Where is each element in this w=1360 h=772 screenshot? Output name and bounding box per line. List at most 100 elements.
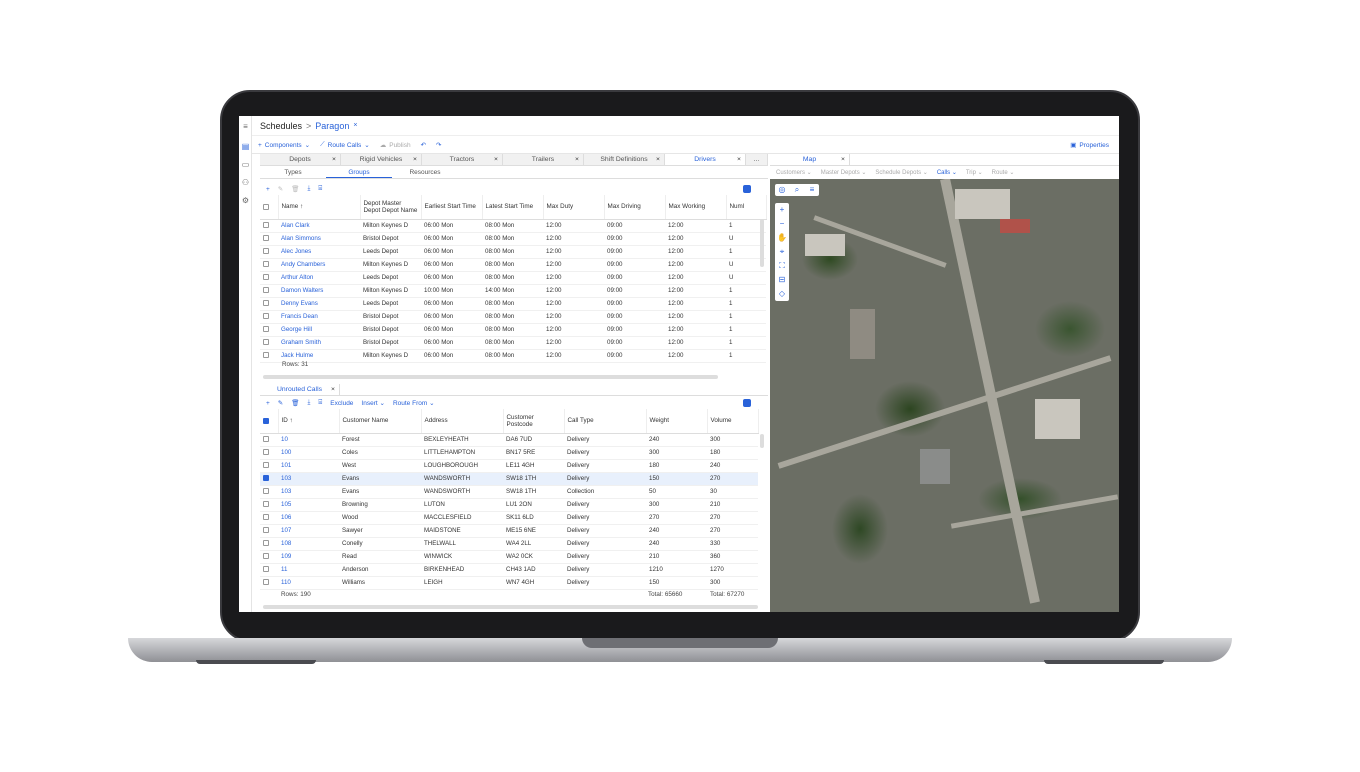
tab-drivers[interactable]: Drivers × (665, 154, 746, 165)
driver-name-link[interactable]: Denny Evans (278, 297, 360, 311)
checkbox[interactable] (263, 566, 269, 573)
search-icon[interactable]: ⌕ (790, 184, 804, 196)
row-checkbox[interactable] (260, 336, 278, 350)
tab-unrouted-calls[interactable]: Unrouted Calls × (260, 384, 340, 395)
row-checkbox[interactable] (260, 550, 278, 564)
table-row[interactable]: Francis Dean Bristol Depot 06:00 Mon 08:00 … (260, 310, 766, 324)
row-checkbox[interactable] (260, 446, 278, 460)
satellite-map[interactable]: ◎ ⌕ ≡ + − ✋ ⌖ ⛶ ⊟ ◇ (770, 179, 1119, 612)
undo-button[interactable]: ↶ (421, 141, 426, 149)
table-row[interactable]: Damon Walters Milton Keynes D 10:00 Mon 14:… (260, 284, 766, 298)
calls-hscroll[interactable] (263, 605, 758, 609)
exclude-button[interactable]: Exclude (330, 400, 353, 407)
column-header[interactable]: Latest Start Time (482, 195, 544, 220)
column-header[interactable]: Max Driving (604, 195, 666, 220)
menu-icon[interactable]: ≡ (241, 122, 250, 131)
checkbox[interactable] (263, 339, 269, 346)
column-header[interactable]: Numl (726, 195, 767, 220)
row-checkbox[interactable] (260, 245, 278, 259)
table-row[interactable]: 101 West LOUGHBOROUGH LE11 4GH Delivery 180 24… (260, 459, 758, 473)
settings-icon[interactable]: ⚙ (241, 196, 250, 205)
map-filter-calls[interactable]: Calls ⌄ (937, 169, 957, 176)
close-icon[interactable]: × (841, 154, 845, 166)
column-header[interactable]: Earliest Start Time (421, 195, 483, 220)
table-row[interactable]: 11 Anderson BIRKENHEAD CH43 1AD Delivery 1210… (260, 563, 758, 577)
map-filter-trip[interactable]: Trip ⌄ (966, 169, 983, 176)
column-header[interactable]: Volume (707, 409, 759, 434)
route-calls-button[interactable]: ⟋ Route Calls ⌄ (320, 141, 370, 149)
column-header[interactable]: Customer Name (339, 409, 422, 434)
column-header[interactable]: Weight (646, 409, 708, 434)
subtab-groups[interactable]: Groups (326, 167, 392, 178)
table-row[interactable]: Graham Smith Bristol Depot 06:00 Mon 08:00 … (260, 336, 766, 350)
delete-icon[interactable]: 🗑 (291, 185, 299, 193)
checkbox[interactable] (263, 553, 269, 560)
column-header[interactable]: Max Working (665, 195, 727, 220)
row-checkbox[interactable] (260, 323, 278, 337)
breadcrumb-current[interactable]: Paragon (315, 121, 349, 131)
table-row[interactable]: 103 Evans WANDSWORTH SW18 1TH Delivery 150 270 (260, 472, 758, 486)
checkbox[interactable] (263, 436, 269, 443)
column-header[interactable]: Max Duty (543, 195, 605, 220)
close-icon[interactable]: × (656, 154, 660, 166)
call-id-link[interactable]: 110 (278, 576, 339, 590)
column-header[interactable]: ID ↑ (278, 409, 340, 434)
table-row[interactable]: Alec Jones Leeds Depot 06:00 Mon 08:00 Mon 1… (260, 245, 766, 259)
column-header[interactable]: Name ↑ (278, 195, 361, 220)
edit-icon[interactable]: ✎ (278, 185, 283, 193)
table-row[interactable]: Andy Chambers Milton Keynes D 06:00 Mon 08:… (260, 258, 766, 272)
table-row[interactable]: 103 Evans WANDSWORTH SW18 1TH Collection 50 30 (260, 485, 758, 499)
tab-overflow[interactable]: ... (746, 154, 768, 165)
driver-name-link[interactable]: Alan Clark (278, 219, 360, 233)
column-header[interactable]: Customer Postcode (503, 409, 565, 434)
column-header[interactable]: Address (421, 409, 504, 434)
row-checkbox[interactable] (260, 524, 278, 538)
table-row[interactable]: 105 Browning LUTON LU1 2ON Delivery 300 210 (260, 498, 758, 512)
fit-icon[interactable]: ⛶ (775, 260, 789, 272)
checkbox[interactable] (263, 274, 269, 281)
call-id-link[interactable]: 10 (278, 433, 339, 447)
call-id-link[interactable]: 106 (278, 511, 339, 525)
table-row[interactable]: George Hill Bristol Depot 06:00 Mon 08:00 M… (260, 323, 766, 337)
map-filter-schedule-depots[interactable]: Schedule Depots ⌄ (875, 169, 927, 176)
checkbox[interactable] (263, 488, 269, 495)
call-id-link[interactable]: 108 (278, 537, 339, 551)
tab-map[interactable]: Map × (770, 154, 850, 165)
select-icon[interactable]: ⌖ (775, 246, 789, 258)
checkbox[interactable] (263, 540, 269, 547)
column-header[interactable]: Call Type (564, 409, 647, 434)
call-id-link[interactable]: 11 (278, 563, 339, 577)
ruler-icon[interactable]: ⊟ (775, 274, 789, 286)
checkbox[interactable] (263, 352, 269, 359)
call-id-link[interactable]: 105 (278, 498, 339, 512)
checkbox[interactable] (263, 462, 269, 469)
tab-shift-definitions[interactable]: Shift Definitions × (584, 154, 665, 165)
drivers-vscroll[interactable] (760, 219, 764, 267)
column-header[interactable]: Depot Master Depot Depot Name (360, 195, 422, 220)
close-icon[interactable]: × (413, 154, 417, 166)
filter-icon[interactable]: ⌸ (318, 185, 322, 193)
tab-tractors[interactable]: Tractors × (422, 154, 503, 165)
checkbox[interactable] (263, 300, 269, 307)
edit-icon[interactable]: ✎ (278, 399, 283, 407)
checkbox[interactable] (263, 527, 269, 534)
row-checkbox[interactable] (260, 284, 278, 298)
breadcrumb-root[interactable]: Schedules (260, 121, 302, 131)
map-filter-route[interactable]: Route ⌄ (992, 169, 1015, 176)
driver-name-link[interactable]: Damon Walters (278, 284, 360, 298)
table-row[interactable]: 100 Coles LITTLEHAMPTON BN17 5RE Delivery 300… (260, 446, 758, 460)
call-id-link[interactable]: 107 (278, 524, 339, 538)
column-chooser-icon[interactable] (743, 185, 751, 193)
driver-name-link[interactable]: Arthur Alton (278, 271, 360, 285)
route-from-button[interactable]: Route From ⌄ (393, 399, 435, 407)
download-icon[interactable]: ⤓ (308, 399, 311, 407)
row-checkbox[interactable] (260, 472, 278, 486)
checkbox[interactable] (263, 326, 269, 333)
close-breadcrumb-icon[interactable]: × (353, 122, 357, 129)
select-all-checkbox[interactable] (260, 195, 279, 220)
draw-icon[interactable]: ◇ (775, 288, 789, 300)
row-checkbox[interactable] (260, 271, 278, 285)
close-icon[interactable]: × (331, 384, 335, 396)
table-row[interactable]: Arthur Alton Leeds Depot 06:00 Mon 08:00 Mo… (260, 271, 766, 285)
row-checkbox[interactable] (260, 310, 278, 324)
